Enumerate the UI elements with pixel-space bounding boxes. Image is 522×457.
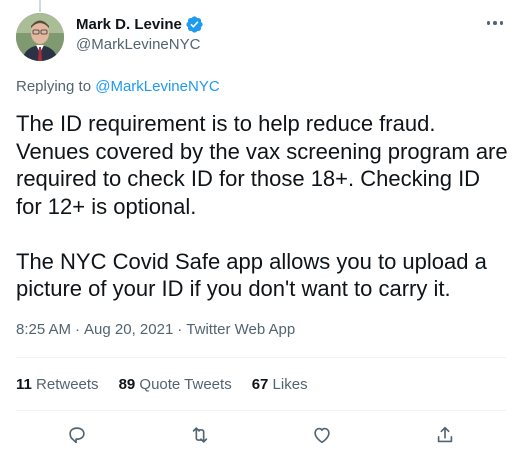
tweet-date[interactable]: Aug 20, 2021 [84,321,173,338]
action-bar [16,412,506,457]
share-button[interactable] [428,418,462,452]
author-handle[interactable]: @MarkLevineNYC [76,36,204,53]
retweet-icon [192,426,207,443]
retweets-label: Retweets [31,375,99,393]
author-block: Mark D. Levine @MarkLevineNYC [76,14,204,53]
meta-separator: · [75,321,81,338]
retweets-stat[interactable]: 11 Retweets [16,376,99,393]
quote-tweets-label: Quote Tweets [135,375,232,393]
author-display-name[interactable]: Mark D. Levine [76,16,182,33]
heart-icon [314,427,330,443]
share-icon [437,426,452,442]
engagement-stats: 11 Retweets 89 Quote Tweets 67 Likes [16,358,506,410]
verified-badge-icon [185,15,204,34]
replying-to-mention-link[interactable]: @MarkLevineNYC [95,78,219,95]
likes-label: Likes [268,375,308,393]
likes-stat[interactable]: 67 Likes [252,376,308,393]
replying-to-prefix: Replying to [16,78,96,95]
meta-separator: · [177,321,183,338]
tweet-source[interactable]: Twitter Web App [186,321,295,338]
likes-count: 67 [251,375,269,393]
reply-button[interactable] [60,418,94,452]
reply-icon [69,426,85,443]
replying-to: Replying to @MarkLevineNYC [16,78,220,95]
more-icon[interactable] [484,18,506,28]
tweet-time[interactable]: 8:25 AM [16,321,71,338]
tweet-text: The ID requirement is to help reduce fra… [16,111,508,301]
quote-tweets-count: 89 [118,375,136,393]
divider [16,410,506,411]
tweet-meta: 8:25 AM · Aug 20, 2021 · Twitter Web App [16,321,295,338]
retweet-button[interactable] [183,418,217,452]
avatar[interactable] [16,13,64,61]
like-button[interactable] [305,418,339,452]
retweets-count: 11 [16,375,32,393]
tweet-header: Mark D. Levine @MarkLevineNYC [0,0,522,78]
avatar-photo [16,13,64,61]
quote-tweets-stat[interactable]: 89 Quote Tweets [119,376,232,393]
